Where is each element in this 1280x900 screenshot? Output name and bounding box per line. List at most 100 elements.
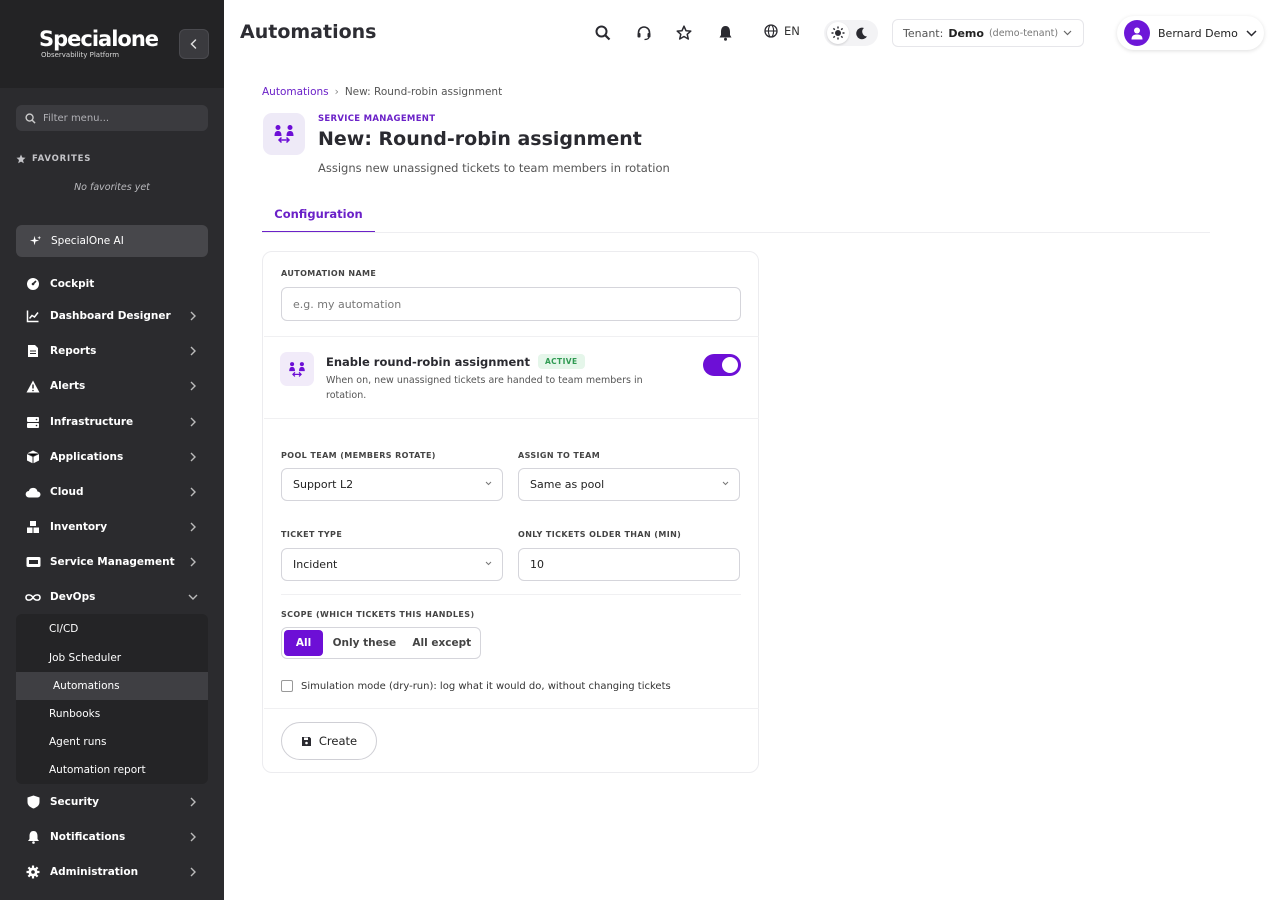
header-support-button[interactable] xyxy=(635,24,653,42)
chevron-down-icon xyxy=(186,590,200,604)
chevron-down-icon xyxy=(485,481,492,486)
scope-label: SCOPE (WHICH TICKETS THIS HANDLES) xyxy=(281,610,475,619)
sidebar-item-label: Applications xyxy=(50,451,124,463)
older-than-label: ONLY TICKETS OLDER THAN (MIN) xyxy=(518,530,682,539)
sidebar-item-infrastructure[interactable]: Infrastructure xyxy=(16,407,208,437)
automation-name-input[interactable] xyxy=(281,287,741,321)
sidebar-subitem-runbooks[interactable]: Runbooks xyxy=(16,700,208,728)
section-divider xyxy=(264,418,759,419)
sidebar-item-cloud[interactable]: Cloud xyxy=(16,477,208,507)
sidebar-item-applications[interactable]: Applications xyxy=(16,442,208,472)
search-icon xyxy=(25,112,36,124)
sidebar-item-security[interactable]: Security xyxy=(16,787,208,817)
chevron-right-icon xyxy=(186,344,200,358)
breadcrumb-automations-link[interactable]: Automations xyxy=(262,86,329,98)
sidebar-item-reports[interactable]: Reports xyxy=(16,336,208,366)
bell-icon xyxy=(24,828,42,846)
sidebar-item-service-management[interactable]: Service Management xyxy=(16,547,208,577)
cloud-icon xyxy=(24,483,42,501)
section-divider xyxy=(264,708,759,709)
sidebar-item-notifications[interactable]: Notifications xyxy=(16,822,208,852)
sidebar-subitem-automations[interactable]: Automations xyxy=(16,672,208,700)
section-divider xyxy=(281,594,741,595)
avatar xyxy=(1124,20,1150,46)
ticket-icon xyxy=(24,553,42,571)
shield-icon xyxy=(24,793,42,811)
light-mode-button[interactable] xyxy=(827,22,849,44)
warning-icon xyxy=(24,377,42,395)
ticket-type-value: Incident xyxy=(293,558,338,571)
simulation-mode-checkbox[interactable] xyxy=(281,680,293,692)
filter-menu-box[interactable] xyxy=(16,105,208,131)
automation-name-label: AUTOMATION NAME xyxy=(281,269,377,278)
sidebar-item-devops[interactable]: DevOps xyxy=(16,582,208,612)
sidebar-item-administration[interactable]: Administration xyxy=(16,857,208,887)
tenant-name: Demo xyxy=(948,26,984,40)
sidebar-subitem-automation-report[interactable]: Automation report xyxy=(16,756,208,784)
scope-option-all[interactable]: All xyxy=(284,630,324,656)
header-favorites-button[interactable] xyxy=(675,24,693,42)
filter-menu-input[interactable] xyxy=(43,112,193,124)
chevron-down-icon xyxy=(722,481,729,486)
sidebar-item-dashboard-designer[interactable]: Dashboard Designer xyxy=(16,301,208,331)
user-menu[interactable]: Bernard Demo xyxy=(1117,16,1264,50)
search-icon xyxy=(595,25,611,41)
enable-round-robin-label: Enable round-robin assignment xyxy=(326,354,530,369)
round-robin-section-icon xyxy=(280,352,314,386)
user-icon xyxy=(1131,27,1143,40)
collapse-sidebar-button[interactable] xyxy=(179,29,209,59)
chevron-down-icon xyxy=(1063,30,1072,36)
create-button[interactable]: Create xyxy=(281,722,377,760)
chevron-left-icon xyxy=(190,39,197,49)
server-icon xyxy=(24,413,42,431)
logo-tagline: Observability Platform xyxy=(41,51,120,59)
save-icon xyxy=(301,736,311,746)
page-category: SERVICE MANAGEMENT xyxy=(318,114,436,124)
assign-to-team-select[interactable]: Same as pool xyxy=(518,468,740,501)
favorites-heading-text: FAVORITES xyxy=(32,154,92,164)
tenant-key: Tenant: xyxy=(903,26,944,40)
tenant-slug: (demo-tenant) xyxy=(988,27,1059,39)
chevron-right-icon xyxy=(186,865,200,879)
chevron-right-icon xyxy=(186,555,200,569)
chevron-down-icon xyxy=(1246,29,1257,37)
page-header-title: Automations xyxy=(240,21,377,43)
header-search-button[interactable] xyxy=(594,24,612,42)
chevron-right-icon xyxy=(186,830,200,844)
pool-team-label: POOL TEAM (MEMBERS ROTATE) xyxy=(281,451,436,460)
globe-icon xyxy=(764,24,778,38)
dark-mode-button[interactable] xyxy=(855,27,868,40)
sidebar-item-label: DevOps xyxy=(50,591,96,603)
logo[interactable]: Specialone Observability Platform xyxy=(39,28,159,59)
simulation-mode-checkbox-row[interactable]: Simulation mode (dry-run): log what it w… xyxy=(281,680,671,692)
specialone-ai-button[interactable]: SpecialOne AI xyxy=(16,225,208,257)
older-than-input[interactable] xyxy=(518,548,740,581)
ticket-type-select[interactable]: Incident xyxy=(281,548,503,581)
sidebar-item-inventory[interactable]: Inventory xyxy=(16,512,208,542)
language-selector[interactable]: EN xyxy=(764,24,800,38)
scope-option-all-except[interactable]: All except xyxy=(404,628,480,658)
sidebar-item-alerts[interactable]: Alerts xyxy=(16,371,208,401)
chart-line-icon xyxy=(24,307,42,325)
sidebar-subitem-agent-runs[interactable]: Agent runs xyxy=(16,728,208,756)
chevron-right-icon xyxy=(186,309,200,323)
sidebar-item-label: Inventory xyxy=(50,521,108,533)
enable-round-robin-toggle[interactable] xyxy=(703,354,741,376)
header-notifications-button[interactable] xyxy=(716,24,734,42)
sun-icon xyxy=(831,26,845,40)
scope-option-only-these[interactable]: Only these xyxy=(325,628,403,658)
configuration-card: AUTOMATION NAME Enable round-robin assig… xyxy=(262,251,759,773)
breadcrumb-current: New: Round-robin assignment xyxy=(344,86,503,98)
chevron-right-icon xyxy=(186,415,200,429)
scope-segmented-control: All Only these All except xyxy=(281,627,481,659)
theme-toggle[interactable] xyxy=(824,20,878,46)
page-title: New: Round-robin assignment xyxy=(318,128,642,150)
pool-team-select[interactable]: Support L2 xyxy=(281,468,503,501)
chevron-right-icon xyxy=(186,795,200,809)
sidebar-item-cockpit[interactable]: Cockpit xyxy=(16,269,208,299)
sidebar-subitem-cicd[interactable]: CI/CD xyxy=(16,615,208,643)
tab-configuration[interactable]: Configuration xyxy=(262,196,375,233)
sidebar-subitem-job-scheduler[interactable]: Job Scheduler xyxy=(16,644,208,672)
enable-round-robin-description: When on, new unassigned tickets are hand… xyxy=(326,375,643,401)
tenant-selector[interactable]: Tenant: Demo (demo-tenant) xyxy=(892,19,1084,47)
